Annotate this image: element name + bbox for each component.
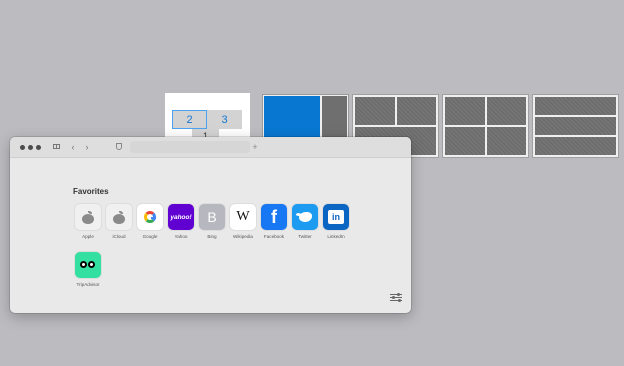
sidebar-toggle-icon[interactable] xyxy=(52,142,62,152)
favorite-wikipedia[interactable]: W Wikipedia xyxy=(228,204,258,239)
zone[interactable] xyxy=(396,97,436,125)
zone[interactable] xyxy=(486,97,526,125)
twitter-icon xyxy=(292,204,318,230)
favorite-facebook[interactable]: f Facebook xyxy=(259,204,289,239)
favorite-icloud[interactable]: iCloud xyxy=(104,204,134,239)
favorite-label: Twitter xyxy=(298,234,312,239)
start-page: Favorites Apple iCloud Google yahoo! Yah… xyxy=(10,158,411,313)
new-tab-icon[interactable]: + xyxy=(250,142,260,152)
address-bar[interactable] xyxy=(130,141,250,153)
zone[interactable] xyxy=(535,117,616,135)
yahoo-icon: yahoo! xyxy=(168,204,194,230)
zone[interactable] xyxy=(445,97,485,125)
apple-icon xyxy=(106,204,132,230)
customize-start-page-icon[interactable] xyxy=(390,293,402,303)
tripadvisor-icon xyxy=(75,252,101,278)
favorite-apple[interactable]: Apple xyxy=(73,204,103,239)
zone[interactable] xyxy=(445,127,485,155)
layout-option-three-rows[interactable] xyxy=(532,94,619,158)
title-bar: ‹ › + xyxy=(10,137,411,158)
favorite-bing[interactable]: B Bing xyxy=(197,204,227,239)
zone[interactable] xyxy=(355,97,395,125)
favorite-twitter[interactable]: Twitter xyxy=(290,204,320,239)
browser-window: ‹ › + Favorites Apple iCloud Google yaho… xyxy=(10,137,411,313)
favorite-label: Facebook xyxy=(263,234,285,239)
favorite-label: Yahoo xyxy=(174,234,188,239)
favorite-label: LinkedIn xyxy=(327,234,345,239)
favorite-label: Bing xyxy=(207,234,217,239)
zone[interactable] xyxy=(535,97,616,115)
zone[interactable] xyxy=(486,127,526,155)
favorite-label: TripAdvisor xyxy=(76,282,100,287)
facebook-icon: f xyxy=(261,204,287,230)
back-icon[interactable]: ‹ xyxy=(68,142,78,152)
window-controls xyxy=(20,145,41,150)
forward-icon[interactable]: › xyxy=(82,142,92,152)
zone-3[interactable]: 3 xyxy=(207,110,242,129)
linkedin-icon: in xyxy=(323,204,349,230)
zoom-button[interactable] xyxy=(36,145,41,150)
google-icon xyxy=(137,204,163,230)
favorite-label: iCloud xyxy=(112,234,126,239)
bing-icon: B xyxy=(199,204,225,230)
favorite-google[interactable]: Google xyxy=(135,204,165,239)
zone-2[interactable]: 2 xyxy=(172,110,207,129)
favorites-heading: Favorites xyxy=(73,187,109,196)
favorite-label: Google xyxy=(142,234,158,239)
minimize-button[interactable] xyxy=(28,145,33,150)
favorite-label: Apple xyxy=(82,234,94,239)
close-button[interactable] xyxy=(20,145,25,150)
favorite-label: Wikipedia xyxy=(233,234,253,239)
favorite-tripadvisor[interactable]: TripAdvisor xyxy=(73,252,103,287)
wikipedia-icon: W xyxy=(230,204,256,230)
layout-picker: 2 3 1 xyxy=(0,0,624,160)
apple-icon xyxy=(75,204,101,230)
favorite-yahoo[interactable]: yahoo! Yahoo xyxy=(166,204,196,239)
layout-option-quadrants[interactable] xyxy=(442,94,529,158)
privacy-shield-icon[interactable] xyxy=(114,142,124,152)
linkedin-glyph: in xyxy=(328,210,344,224)
favorite-linkedin[interactable]: in LinkedIn xyxy=(321,204,351,239)
zone[interactable] xyxy=(535,137,616,155)
